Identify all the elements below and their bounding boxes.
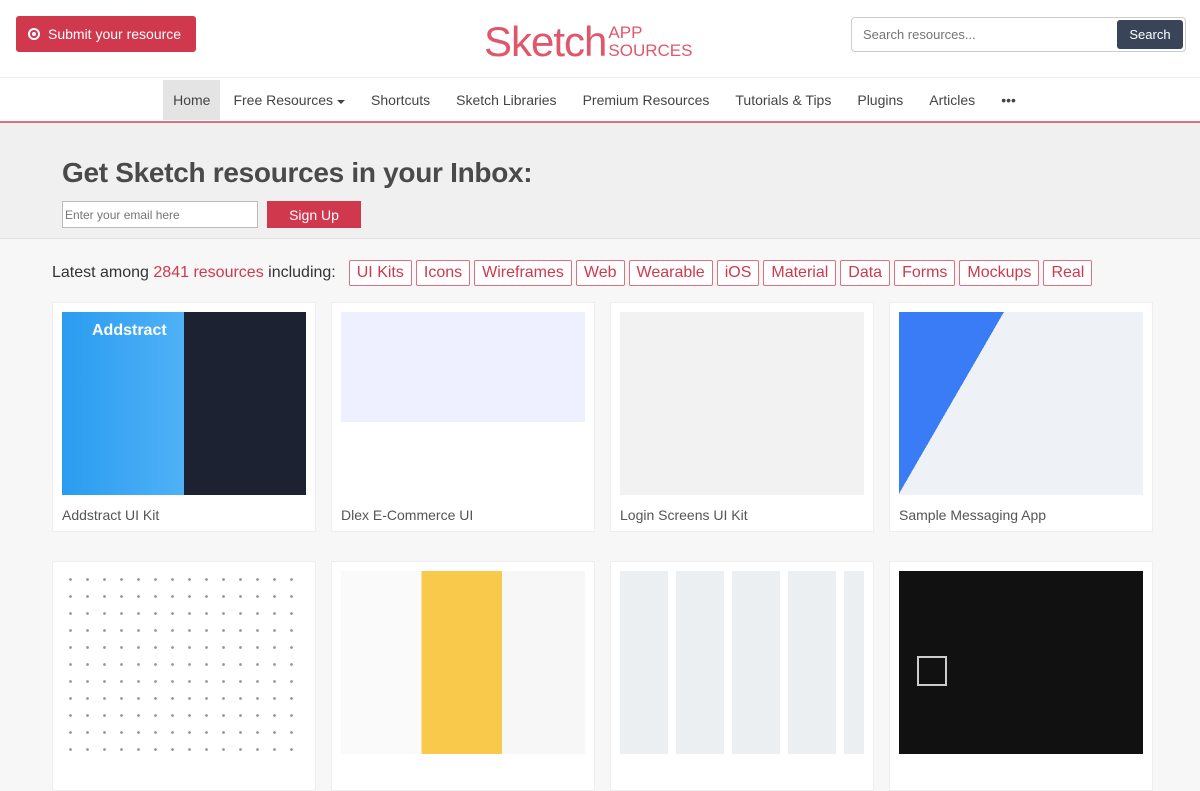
signup-button[interactable]: Sign Up [267,201,361,228]
resource-card[interactable] [610,561,874,791]
resource-card[interactable]: Sample Messaging App [889,302,1153,532]
resource-card[interactable]: Dlex E-Commerce UI [331,302,595,532]
nav-home[interactable]: Home [163,80,221,120]
logo-mark-icon [917,656,947,686]
resource-title[interactable]: Addstract UI Kit [62,507,306,523]
logo-main: Sketch [484,18,607,65]
latest-text: Latest among 2841 resources including: [52,264,336,282]
search-input[interactable] [854,27,1117,42]
logo-sources: SOURCES [608,41,693,60]
email-field[interactable] [62,201,258,228]
resource-count[interactable]: 2841 resources [153,264,263,281]
resource-thumbnail[interactable] [899,312,1143,495]
nav-premium-resources[interactable]: Premium Resources [570,80,723,120]
resource-title[interactable]: Dlex E-Commerce UI [341,507,585,523]
tag-material[interactable]: Material [763,260,837,286]
logo-app: APP [608,23,643,42]
nav-sketch-libraries[interactable]: Sketch Libraries [443,80,569,120]
resource-card[interactable] [331,561,595,791]
tag-web[interactable]: Web [575,260,625,286]
arrow-circle-icon [28,28,40,40]
nav-shortcuts[interactable]: Shortcuts [358,80,443,120]
latest-suffix: including: [263,264,336,281]
resource-thumbnail[interactable] [341,571,585,754]
nav-more-icon[interactable]: ••• [988,80,1029,120]
nav-plugins[interactable]: Plugins [844,80,916,120]
resource-card[interactable]: Addstract Addstract UI Kit [52,302,316,532]
resource-title[interactable]: Sample Messaging App [899,507,1143,523]
submit-label: Submit your resource [48,26,182,42]
tag-wireframes[interactable]: Wireframes [474,260,572,286]
nav-free-resources[interactable]: Free Resources [220,80,358,120]
resource-title[interactable]: Login Screens UI Kit [620,507,864,523]
resource-thumbnail[interactable] [620,571,864,754]
tag-ios[interactable]: iOS [716,260,760,286]
main-nav: Home Free Resources Shortcuts Sketch Lib… [0,77,1200,123]
latest-prefix: Latest among [52,264,154,281]
resource-grid: Addstract Addstract UI Kit Dlex E-Commerce… [52,302,1200,791]
tag-bar: Latest among 2841 resources including: U… [52,260,1200,286]
resource-card[interactable] [889,561,1153,791]
search-bar: Search [851,17,1186,52]
tag-data[interactable]: Data [840,260,891,286]
thumb-text: Addstract [92,322,167,339]
resource-thumbnail[interactable] [341,312,585,495]
nav-label: Free Resources [233,92,334,108]
resource-card[interactable] [52,561,316,791]
submit-resource-button[interactable]: Submit your resource [16,16,196,52]
search-button[interactable]: Search [1117,20,1183,49]
tag-wearable[interactable]: Wearable [628,260,713,286]
nav-articles[interactable]: Articles [916,80,988,120]
tag-forms[interactable]: Forms [894,260,956,286]
tag-real[interactable]: Real [1043,260,1093,286]
resource-thumbnail[interactable] [899,571,1143,754]
newsletter-section: Get Sketch resources in your Inbox: Sign… [0,123,1200,239]
caret-down-icon [337,99,346,104]
tag-ui-kits[interactable]: UI Kits [348,260,412,286]
resource-thumbnail[interactable]: Addstract [62,312,306,495]
tag-mockups[interactable]: Mockups [959,260,1040,286]
resource-card[interactable]: Login Screens UI Kit [610,302,874,532]
resource-thumbnail[interactable] [620,312,864,495]
nav-tutorials[interactable]: Tutorials & Tips [722,80,844,120]
resource-thumbnail[interactable] [62,571,306,754]
logo[interactable]: Sketch APP SOURCES [484,6,692,66]
newsletter-title: Get Sketch resources in your Inbox: [62,157,533,188]
header: Submit your resource Sketch APP SOURCES S… [0,0,1200,77]
tag-icons[interactable]: Icons [415,260,471,286]
